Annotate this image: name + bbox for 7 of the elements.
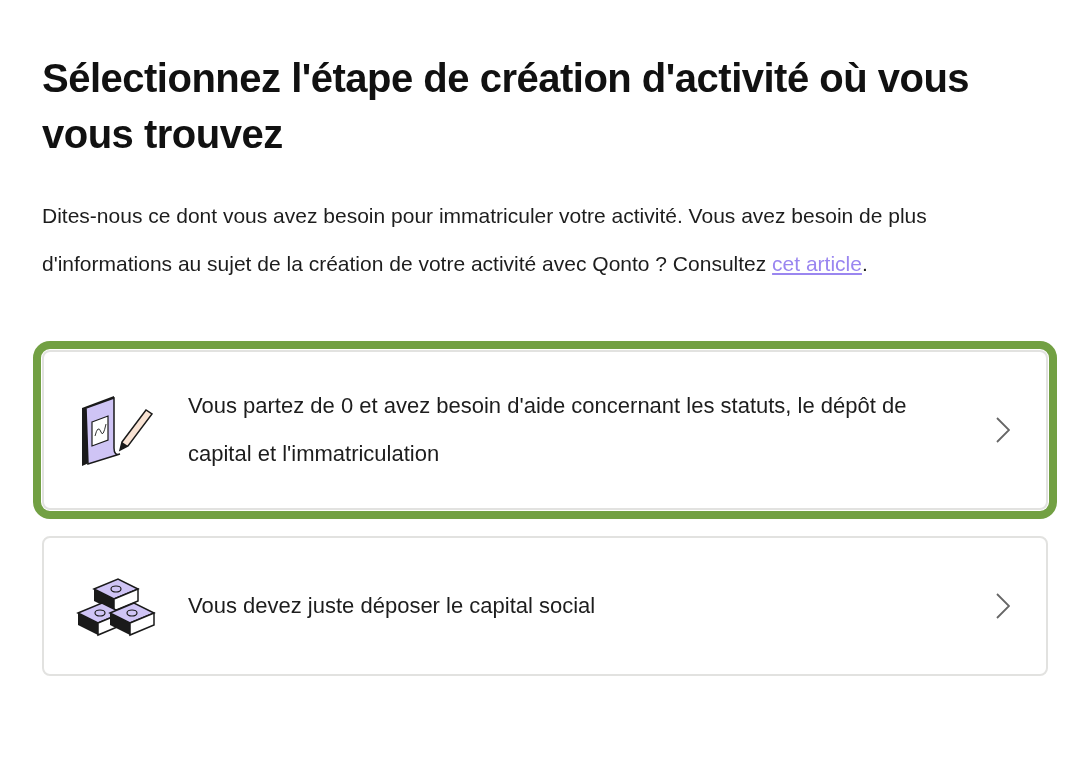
option-label: Vous devez juste déposer le capital social (187, 592, 597, 620)
option-card[interactable]: Vous devez juste déposer le capital social (42, 536, 1048, 676)
intro-paragraph: Dites-nous ce dont vous avez besoin pour immatriculer votre activité. Vous avez besoin de plus d'informations au sujet de la création de votre activité avec Qonto ? Consultez cet article. (42, 203, 928, 277)
chevron-right-icon (996, 417, 1010, 443)
chevron-right-icon (996, 593, 1010, 619)
page-title: Sélectionnez l'étape de création d'activité où vous vous trouvez (42, 55, 971, 158)
option-label: Vous partez de 0 et avez besoin d'aide concernant les statuts, le dépôt de capital et l'immatriculation (187, 392, 908, 468)
